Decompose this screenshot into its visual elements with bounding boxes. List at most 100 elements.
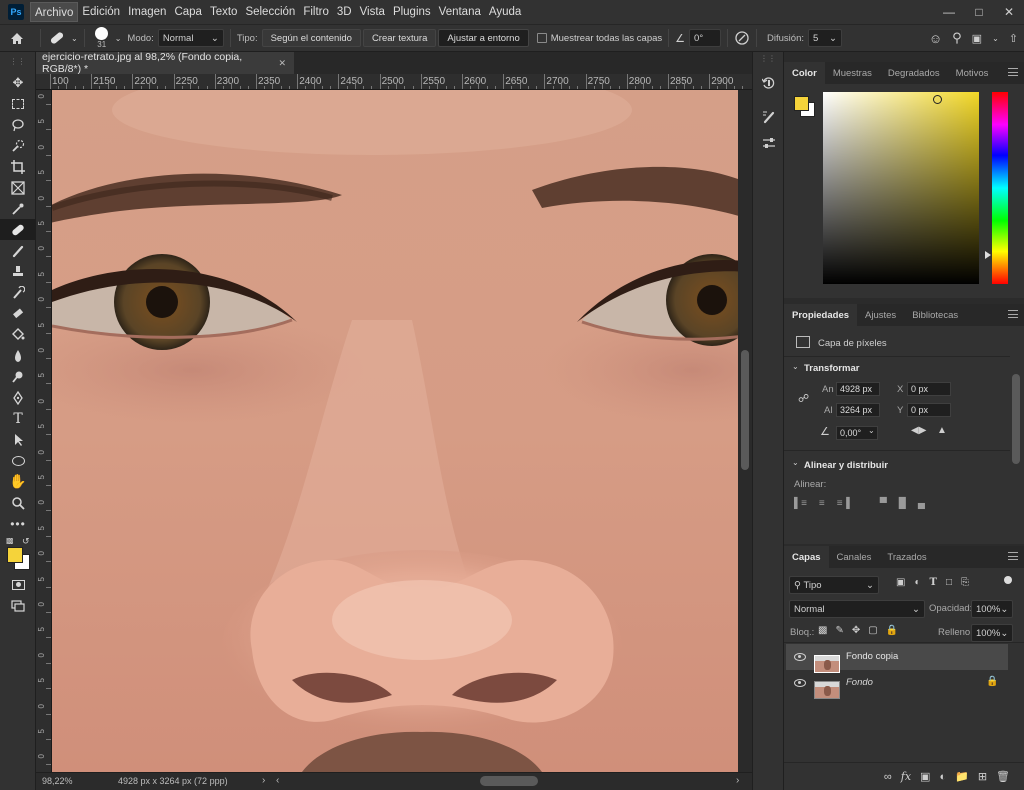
close-tab-icon[interactable]: ✕ xyxy=(278,58,286,69)
tab-gradients[interactable]: Degradados xyxy=(880,62,948,84)
layer-row[interactable]: Fondo copia xyxy=(786,644,1008,673)
screen-mode-icon[interactable] xyxy=(0,595,36,616)
filter-pixel-icon[interactable]: ▣ xyxy=(896,577,905,588)
foreground-color-swatch[interactable] xyxy=(7,547,23,563)
menu-vista[interactable]: Vista xyxy=(356,2,389,22)
new-layer-icon[interactable]: ⊞ xyxy=(978,770,987,783)
lock-paint-icon[interactable]: ✎ xyxy=(835,625,843,636)
ellipse-tool-icon[interactable] xyxy=(0,450,36,471)
visibility-eye-icon[interactable] xyxy=(794,679,806,687)
tool-preset-picker[interactable]: ⌄ xyxy=(47,29,78,47)
tab-adjustments[interactable]: Ajustes xyxy=(857,304,904,326)
vertical-scrollbar[interactable] xyxy=(738,90,752,772)
adjustments-sliders-icon[interactable] xyxy=(753,130,785,156)
swap-colors-icon[interactable]: ↺ xyxy=(22,536,30,547)
new-adjustment-layer-icon[interactable]: ◐ xyxy=(939,771,946,783)
new-group-icon[interactable]: 📁 xyxy=(955,770,969,783)
panel-foreground-swatch[interactable] xyxy=(794,96,809,111)
dodge-tool-icon[interactable] xyxy=(0,366,36,387)
layer-name[interactable]: Fondo xyxy=(846,677,873,688)
path-selection-tool-icon[interactable] xyxy=(0,429,36,450)
chevron-down-icon[interactable]: ⌄ xyxy=(868,426,875,435)
properties-scrollbar[interactable] xyxy=(1012,374,1020,464)
crop-tool-icon[interactable] xyxy=(0,156,36,177)
more-tools-icon[interactable]: ••• xyxy=(0,513,36,534)
panel-menu-icon[interactable] xyxy=(1008,68,1018,76)
tab-paths[interactable]: Trazados xyxy=(879,546,934,568)
height-field[interactable]: 3264 px xyxy=(836,403,880,417)
tab-channels[interactable]: Canales xyxy=(829,546,880,568)
tab-libraries[interactable]: Bibliotecas xyxy=(904,304,966,326)
clone-stamp-tool-icon[interactable] xyxy=(0,261,36,282)
menu-filtro[interactable]: Filtro xyxy=(299,2,333,22)
menu-3d[interactable]: 3D xyxy=(333,2,356,22)
maximize-icon[interactable]: □ xyxy=(964,0,994,24)
pressure-icon[interactable] xyxy=(734,30,750,46)
panel-menu-icon[interactable] xyxy=(1008,310,1018,318)
link-icon[interactable]: ☍ xyxy=(798,392,809,405)
panel-menu-icon[interactable] xyxy=(1008,552,1018,560)
move-tool-icon[interactable]: ✥ xyxy=(0,72,36,93)
tab-patterns[interactable]: Motivos xyxy=(948,62,997,84)
share-icon[interactable]: ☺ xyxy=(929,31,942,46)
diffusion-select[interactable]: 5 ⌄ xyxy=(808,29,842,47)
eyedropper-tool-icon[interactable] xyxy=(0,198,36,219)
menu-texto[interactable]: Texto xyxy=(206,2,242,22)
y-field[interactable]: 0 px xyxy=(907,403,951,417)
default-colors-icon[interactable]: ▩ xyxy=(6,536,14,545)
menu-edicion[interactable]: Edición xyxy=(78,2,124,22)
hue-slider[interactable] xyxy=(992,92,1008,284)
menu-seleccion[interactable]: Selección xyxy=(241,2,299,22)
healing-brush-tool-icon[interactable] xyxy=(0,219,36,240)
share-upload-icon[interactable]: ⇧ xyxy=(1009,32,1018,45)
width-field[interactable]: 4928 px xyxy=(836,382,880,396)
chevron-down-icon[interactable]: ⌄ xyxy=(992,34,999,43)
x-field[interactable]: 0 px xyxy=(907,382,951,396)
align-bottom-icon[interactable]: ▄ xyxy=(918,498,925,509)
tab-swatches[interactable]: Muestras xyxy=(825,62,880,84)
brush-settings-icon[interactable] xyxy=(753,104,785,130)
pen-tool-icon[interactable] xyxy=(0,387,36,408)
flip-horizontal-icon[interactable]: ◀▶ xyxy=(911,425,926,436)
marquee-tool-icon[interactable] xyxy=(0,93,36,114)
scroll-left-icon[interactable]: ‹ xyxy=(276,775,279,786)
history-brush-tool-icon[interactable] xyxy=(0,282,36,303)
filter-smart-object-icon[interactable]: ⎘ xyxy=(961,577,969,588)
frame-tool-icon[interactable] xyxy=(0,177,36,198)
menu-archivo[interactable]: Archivo xyxy=(30,2,79,22)
chevron-down-icon[interactable]: ⌄ xyxy=(115,34,122,43)
angle-input[interactable]: 0° xyxy=(689,29,722,47)
lock-all-icon[interactable]: 🔒 xyxy=(886,625,898,636)
menu-plugins[interactable]: Plugins xyxy=(389,2,435,22)
type-tool-icon[interactable]: T xyxy=(0,408,36,429)
filter-shape-icon[interactable]: □ xyxy=(946,577,952,588)
vertical-scroll-thumb[interactable] xyxy=(741,350,749,470)
quick-selection-tool-icon[interactable] xyxy=(0,135,36,156)
mode-select[interactable]: Normal ⌄ xyxy=(157,29,224,47)
add-mask-icon[interactable]: ▣ xyxy=(920,770,930,783)
visibility-eye-icon[interactable] xyxy=(794,653,806,661)
delete-layer-icon[interactable]: 🗑 xyxy=(996,770,1010,783)
tab-properties[interactable]: Propiedades xyxy=(784,304,858,326)
menu-imagen[interactable]: Imagen xyxy=(124,2,170,22)
filter-adjustment-icon[interactable]: ◐ xyxy=(914,577,920,588)
lock-artboard-icon[interactable]: ▢ xyxy=(868,625,877,636)
layer-name[interactable]: Fondo copia xyxy=(846,651,898,662)
menu-ventana[interactable]: Ventana xyxy=(435,2,485,22)
tab-color[interactable]: Color xyxy=(784,62,825,84)
chevron-down-icon[interactable]: ⌄ xyxy=(792,458,799,467)
align-left-icon[interactable]: ▌≡ xyxy=(794,498,807,509)
saturation-value-field[interactable] xyxy=(823,92,979,284)
blend-mode-select[interactable]: Normal ⌄ xyxy=(789,600,925,618)
layer-row[interactable]: Fondo 🔒 xyxy=(786,670,1008,699)
chevron-down-icon[interactable]: ⌄ xyxy=(792,362,799,371)
filter-type-icon[interactable]: T xyxy=(930,577,937,588)
status-expand-icon[interactable]: › xyxy=(262,775,265,786)
link-layers-icon[interactable]: ∞ xyxy=(884,771,892,783)
document-canvas[interactable] xyxy=(52,90,738,772)
close-icon[interactable]: ✕ xyxy=(994,0,1024,24)
home-icon[interactable] xyxy=(0,32,34,45)
fill-field[interactable]: 100% ⌄ xyxy=(971,624,1013,642)
brush-size-picker[interactable]: 31 xyxy=(91,27,113,49)
align-center-horizontal-icon[interactable]: ≡ xyxy=(819,498,825,509)
